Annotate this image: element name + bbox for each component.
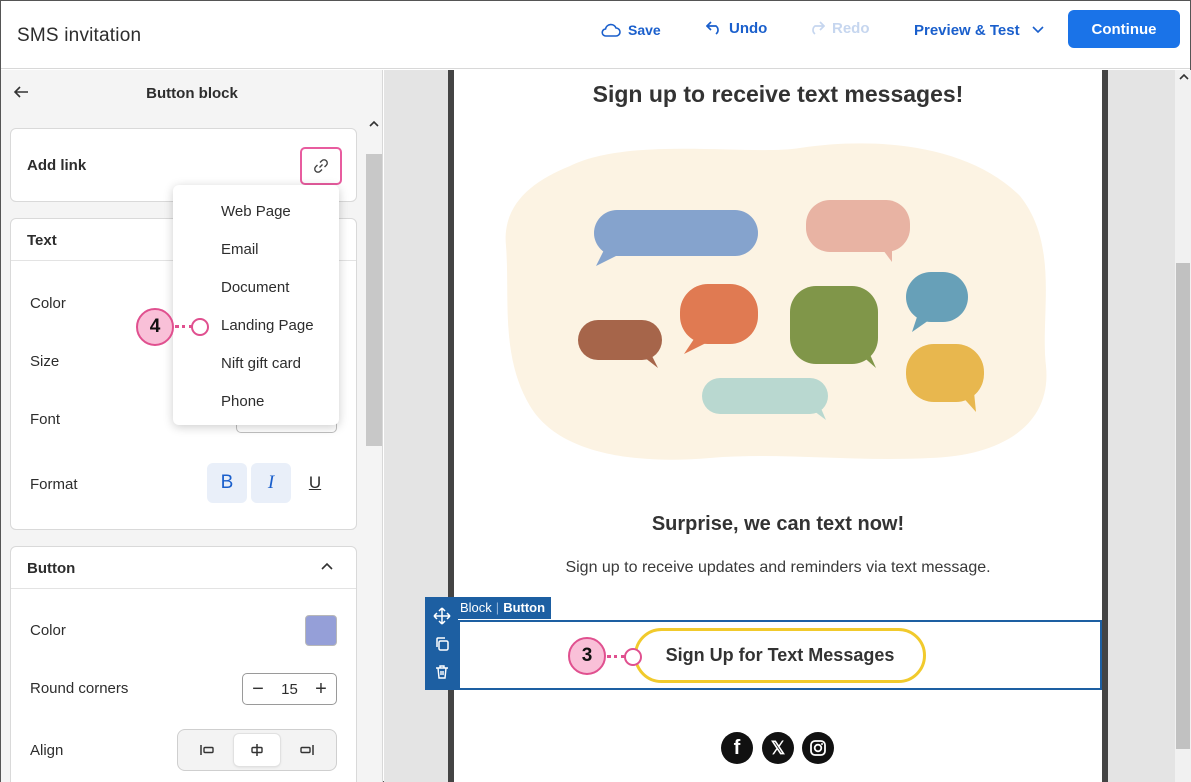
properties-panel: Button block Add link Text Color Size Fo… xyxy=(1,70,383,782)
button-section-label: Button xyxy=(27,560,76,577)
add-link-label: Add link xyxy=(27,157,87,174)
align-right-button[interactable] xyxy=(284,734,330,766)
callout-badge-3: 3 xyxy=(568,637,606,675)
menu-item-nift-gift-card[interactable]: Nift gift card xyxy=(221,355,301,372)
block-type-label: Block | Button xyxy=(454,597,552,619)
undo-icon xyxy=(706,21,719,35)
text-size-label: Size xyxy=(30,353,60,370)
round-corners-stepper: − 15 + xyxy=(242,673,337,705)
align-left-icon xyxy=(200,745,214,755)
text-section-label: Text xyxy=(27,232,57,249)
instagram-glyph-icon xyxy=(810,740,826,756)
preview-test-dropdown[interactable]: Preview & Test xyxy=(914,20,1045,40)
canvas-scroll-thumb[interactable] xyxy=(1176,263,1190,749)
align-center-button[interactable] xyxy=(234,734,280,766)
panel-title: Button block xyxy=(146,85,238,102)
undo-label: Undo xyxy=(729,19,768,37)
panel-header: Button block xyxy=(1,70,382,118)
italic-button[interactable]: I xyxy=(251,463,291,503)
scroll-up-icon[interactable] xyxy=(369,120,379,128)
button-color-swatch[interactable] xyxy=(305,615,337,646)
menu-item-landing-page[interactable]: Landing Page xyxy=(221,317,314,334)
menu-item-web-page[interactable]: Web Page xyxy=(221,203,291,220)
add-link-button[interactable] xyxy=(300,147,342,185)
round-corners-label: Round corners xyxy=(30,680,129,697)
button-color-label: Color xyxy=(30,622,66,639)
callout-marker xyxy=(191,318,209,336)
link-icon xyxy=(314,159,328,173)
trash-icon[interactable] xyxy=(434,664,450,680)
button-settings-card: Button Color Round corners − 15 + Align xyxy=(10,546,357,782)
callout-connector xyxy=(607,655,625,658)
underline-button[interactable]: U xyxy=(295,463,335,503)
align-label: Align xyxy=(30,742,64,759)
align-left-button[interactable] xyxy=(184,734,230,766)
preview-label: Preview & Test xyxy=(914,21,1020,39)
save-label: Save xyxy=(628,22,661,38)
menu-item-phone[interactable]: Phone xyxy=(221,393,264,410)
chevron-up-icon[interactable] xyxy=(320,561,334,571)
callout-marker xyxy=(624,648,642,666)
text-color-label: Color xyxy=(30,295,66,312)
redo-icon xyxy=(812,21,825,35)
chevron-down-icon xyxy=(1032,26,1044,34)
link-type-menu: Web Page Email Document Landing Page Nif… xyxy=(173,185,339,425)
save-button[interactable]: Save xyxy=(601,20,661,40)
facebook-icon[interactable]: f xyxy=(721,732,753,764)
block-label-text: Block xyxy=(460,600,492,615)
email-body-text[interactable]: Sign up to receive updates and reminders… xyxy=(454,559,1102,577)
bold-button[interactable]: B xyxy=(207,463,247,503)
scroll-up-icon[interactable] xyxy=(1179,73,1189,81)
round-corners-value[interactable]: 15 xyxy=(281,681,298,698)
email-canvas: Sign up to receive text messages! Surpri… xyxy=(384,70,1175,782)
text-font-label: Font xyxy=(30,411,61,428)
x-twitter-icon[interactable]: 𝕏 xyxy=(762,732,794,764)
block-label-type: Button xyxy=(503,600,546,615)
align-center-icon xyxy=(251,744,263,756)
callout-badge-4: 4 xyxy=(136,308,174,346)
menu-item-document[interactable]: Document xyxy=(221,279,289,296)
move-icon[interactable] xyxy=(432,607,451,625)
top-bar: SMS invitation Save Undo Redo Preview & … xyxy=(1,1,1190,69)
instagram-icon[interactable] xyxy=(802,732,834,764)
align-right-icon xyxy=(300,745,314,755)
document-title[interactable]: SMS invitation xyxy=(17,25,141,47)
decrement-button[interactable]: − xyxy=(249,678,267,700)
email-subheading[interactable]: Surprise, we can text now! xyxy=(454,513,1102,536)
align-segmented-control xyxy=(177,729,337,771)
email-heading[interactable]: Sign up to receive text messages! xyxy=(454,81,1102,108)
undo-button[interactable]: Undo xyxy=(706,18,767,38)
panel-scroll-thumb[interactable] xyxy=(366,154,382,446)
block-label-separator: | xyxy=(495,600,500,615)
increment-button[interactable]: + xyxy=(312,678,330,700)
continue-button[interactable]: Continue xyxy=(1068,10,1180,48)
redo-label: Redo xyxy=(832,19,870,37)
cloud-icon xyxy=(601,23,621,37)
duplicate-icon[interactable] xyxy=(434,636,450,652)
divider xyxy=(11,588,356,589)
text-format-label: Format xyxy=(30,476,78,493)
redo-button[interactable]: Redo xyxy=(809,18,870,38)
menu-item-email[interactable]: Email xyxy=(221,241,259,258)
signup-button[interactable]: Sign Up for Text Messages xyxy=(634,628,926,683)
speech-bubbles-illustration[interactable] xyxy=(500,136,1056,476)
